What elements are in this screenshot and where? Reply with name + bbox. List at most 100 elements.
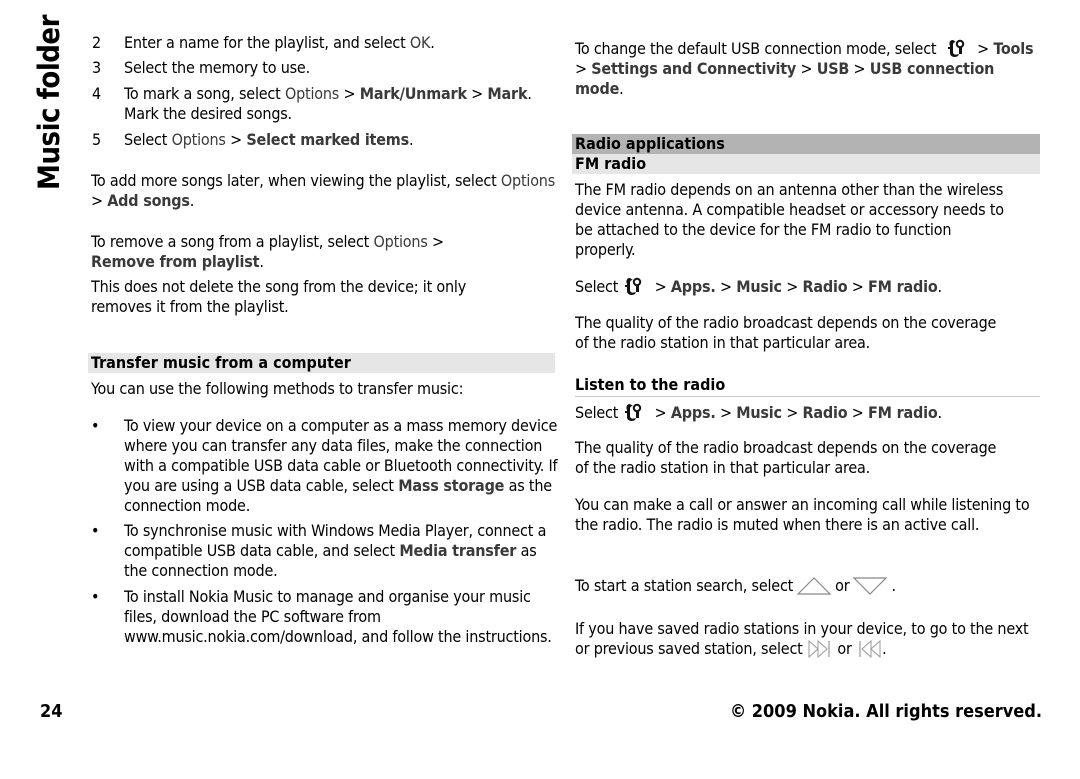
menu-separator: > xyxy=(575,59,592,78)
select-fm-radio-path-2: Select > Apps. > Music > Radio > FM radi… xyxy=(575,401,1043,423)
ok-option: OK xyxy=(409,33,431,52)
quality-note-2: The quality of the radio broadcast depen… xyxy=(575,438,997,477)
saved-stations-paragraph: If you have saved radio stations in your… xyxy=(575,619,1040,659)
menu-separator: > xyxy=(91,191,108,210)
menu-separator: > xyxy=(781,403,803,422)
usb-mode-paragraph: To change the default USB connection mod… xyxy=(575,37,1043,99)
menu-radio: Radio xyxy=(802,403,848,422)
menu-separator: > xyxy=(715,403,737,422)
step-text: Select the memory to use. xyxy=(124,58,310,77)
fm-radio-heading: FM radio xyxy=(572,154,1040,174)
step-number: 2 xyxy=(92,33,101,52)
search-down-icon xyxy=(853,577,888,595)
menu-separator: > xyxy=(650,403,671,422)
or-text: or xyxy=(835,576,850,595)
punctuation: . xyxy=(430,33,435,52)
menu-fm-radio: FM radio xyxy=(868,403,938,422)
menu-options: Options xyxy=(500,171,556,190)
menu-tools: Tools xyxy=(993,39,1034,58)
punctuation: . xyxy=(891,576,896,595)
punctuation: . xyxy=(937,277,943,296)
bullet-nokia-music: • To install Nokia Music to manage and o… xyxy=(91,587,561,647)
menu-select-marked-items: Select marked items xyxy=(246,130,409,149)
menu-separator: > xyxy=(427,232,444,251)
section-title: Music folder xyxy=(32,14,66,190)
option-mass-storage: Mass storage xyxy=(398,476,505,495)
menu-separator: > xyxy=(847,403,869,422)
nokia-menu-icon xyxy=(625,403,642,421)
menu-options: Options xyxy=(171,130,226,149)
menu-apps: Apps. xyxy=(670,403,716,422)
paragraph-text: To add more songs later, when viewing th… xyxy=(91,171,501,190)
step-number: 4 xyxy=(92,84,101,103)
step-number: 5 xyxy=(92,130,101,149)
add-songs-paragraph: To add more songs later, when viewing th… xyxy=(91,171,559,211)
transfer-music-heading: Transfer music from a computer xyxy=(88,353,555,373)
menu-options: Options xyxy=(284,84,340,103)
menu-usb: USB xyxy=(816,59,850,78)
menu-music: Music xyxy=(736,403,782,422)
select-fm-radio-path: Select > Apps. > Music > Radio > FM radi… xyxy=(575,275,1043,297)
menu-radio: Radio xyxy=(802,277,848,296)
menu-separator: > xyxy=(225,130,247,149)
menu-separator: > xyxy=(466,84,488,103)
menu-add-songs: Add songs xyxy=(107,191,190,210)
punctuation: . xyxy=(259,252,264,271)
option-media-transfer: Media transfer xyxy=(399,541,517,560)
step-text: Select xyxy=(124,130,172,149)
step-2: 2 Enter a name for the playlist, and sel… xyxy=(92,33,562,53)
quality-note: The quality of the radio broadcast depen… xyxy=(575,313,997,352)
punctuation: . xyxy=(408,130,414,149)
transfer-intro: You can use the following methods to tra… xyxy=(91,379,464,398)
menu-separator: > xyxy=(796,59,817,78)
menu-music: Music xyxy=(736,277,782,296)
step-3: 3 Select the memory to use. xyxy=(92,58,562,78)
step-4: 4 To mark a song, select Options > Mark/… xyxy=(92,84,562,124)
bullet-media-transfer: • To synchronise music with Windows Medi… xyxy=(91,521,561,581)
paragraph-text: Select xyxy=(575,277,619,296)
punctuation: . xyxy=(937,403,943,422)
bullet-dot: • xyxy=(91,587,100,606)
step-text: To mark a song, select xyxy=(124,84,285,103)
bullet-mass-storage: • To view your device on a computer as a… xyxy=(91,416,561,516)
step-number: 3 xyxy=(92,58,101,77)
bullet-dot: • xyxy=(91,416,100,435)
menu-separator: > xyxy=(781,277,803,296)
menu-mark: Mark xyxy=(487,84,528,103)
paragraph-text: If you have saved radio stations in your… xyxy=(575,619,1029,658)
next-station-icon xyxy=(808,640,830,658)
menu-separator: > xyxy=(972,39,994,58)
menu-options: Options xyxy=(373,232,428,251)
page-number: 24 xyxy=(40,701,63,722)
step-5: 5 Select Options > Select marked items. xyxy=(92,130,562,150)
remove-song-paragraph: To remove a song from a playlist, select… xyxy=(91,232,511,272)
bullet-text: To install Nokia Music to manage and org… xyxy=(124,587,552,646)
bullet-dot: • xyxy=(91,521,100,540)
nokia-menu-icon xyxy=(625,277,642,295)
paragraph-text: To change the default USB connection mod… xyxy=(575,39,941,58)
remove-note-paragraph: This does not delete the song from the d… xyxy=(91,277,467,316)
search-up-icon xyxy=(796,577,832,595)
call-note: You can make a call or answer an incomin… xyxy=(575,495,1030,534)
or-text: or xyxy=(837,639,852,658)
fm-intro-paragraph: The FM radio depends on an antenna other… xyxy=(575,180,1004,259)
menu-remove-from-playlist: Remove from playlist xyxy=(91,252,260,271)
menu-separator: > xyxy=(847,277,869,296)
listen-radio-heading: Listen to the radio xyxy=(575,375,1040,397)
paragraph-text: To remove a song from a playlist, select xyxy=(91,232,374,251)
paragraph-text: To start a station search, select xyxy=(575,576,794,595)
punctuation: . xyxy=(882,639,887,658)
menu-separator: > xyxy=(650,277,671,296)
menu-settings-connectivity: Settings and Connectivity xyxy=(591,59,797,78)
menu-apps: Apps. xyxy=(670,277,716,296)
punctuation: . xyxy=(619,79,624,98)
station-search-paragraph: To start a station search, select or. xyxy=(575,576,1043,596)
radio-applications-heading: Radio applications xyxy=(572,134,1040,154)
menu-separator: > xyxy=(849,59,870,78)
punctuation: . xyxy=(189,191,195,210)
nokia-menu-icon xyxy=(947,39,964,57)
menu-separator: > xyxy=(715,277,737,296)
menu-separator: > xyxy=(339,84,360,103)
paragraph-text: Select xyxy=(575,403,619,422)
step-text: Enter a name for the playlist, and selec… xyxy=(124,33,410,52)
